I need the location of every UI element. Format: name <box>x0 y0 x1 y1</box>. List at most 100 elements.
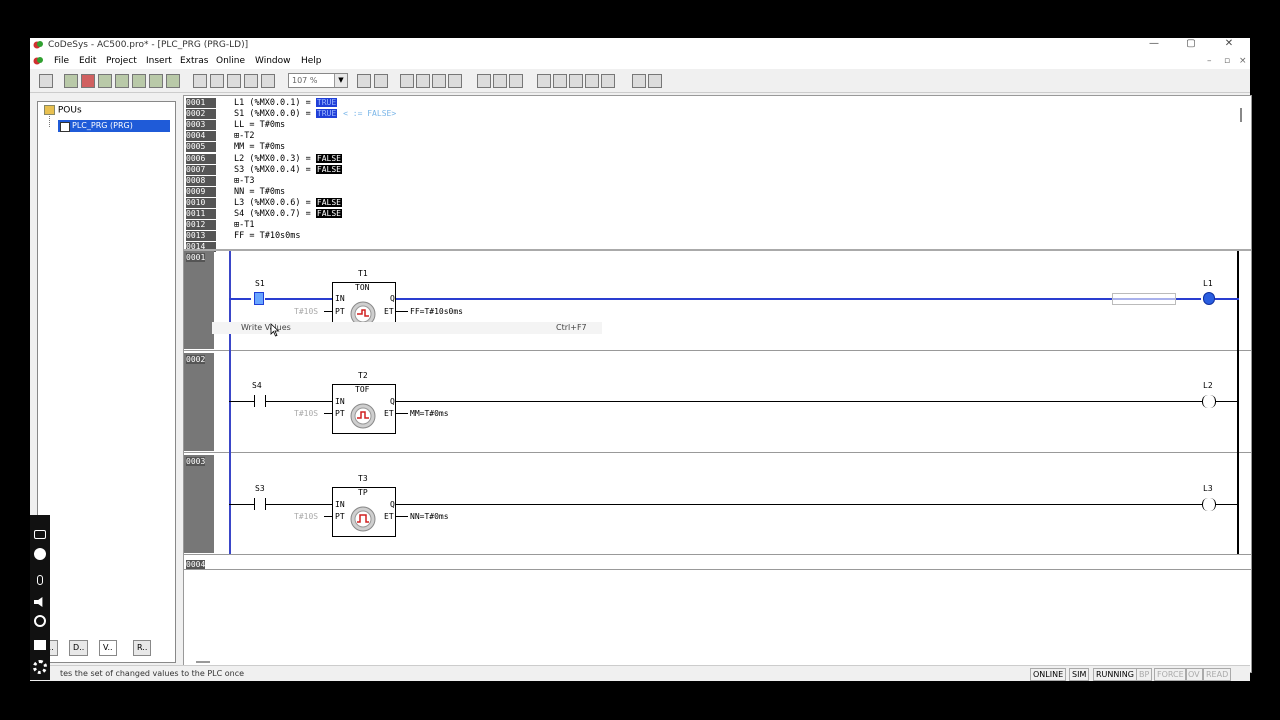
speaker-icon[interactable] <box>34 597 43 607</box>
menu-file[interactable]: File <box>54 56 69 66</box>
paste-icon[interactable] <box>227 74 241 88</box>
coil-icon[interactable] <box>477 74 491 88</box>
decl-line: S4 (%MX0.0.7) = FALSE <box>234 209 342 219</box>
menu-window[interactable]: Window <box>255 56 291 66</box>
menu-insert[interactable]: Insert <box>146 56 172 66</box>
contact-icon[interactable] <box>400 74 414 88</box>
network-before-icon[interactable] <box>357 74 371 88</box>
step-over-icon[interactable] <box>115 74 129 88</box>
menu-edit[interactable]: Edit <box>79 56 96 66</box>
tab-resources[interactable]: R.. <box>133 640 152 656</box>
mdi-close-button[interactable]: × <box>1239 56 1247 66</box>
run-icon[interactable] <box>98 74 112 88</box>
decl-scrollbar[interactable] <box>1240 108 1242 122</box>
network-1-bar <box>184 251 214 349</box>
breakpoint-icon[interactable] <box>166 74 180 88</box>
fb-t1-type: TON <box>355 283 370 292</box>
wire <box>396 311 408 312</box>
set-coil-icon[interactable] <box>493 74 507 88</box>
decl-text: L1 (%MX0.0.1) = <box>234 98 316 108</box>
output-icon[interactable] <box>569 74 583 88</box>
maximize-button[interactable]: ▢ <box>1182 38 1200 49</box>
copy-icon[interactable] <box>210 74 224 88</box>
contact-s1-label: S1 <box>255 279 265 288</box>
wire <box>324 516 332 517</box>
jump-icon[interactable] <box>585 74 599 88</box>
microphone-icon[interactable] <box>37 575 43 585</box>
camera-icon[interactable] <box>34 530 46 539</box>
decl-line: L1 (%MX0.0.1) = TRUE <box>234 98 338 108</box>
contact-s3[interactable] <box>254 498 266 510</box>
negate-icon[interactable] <box>648 74 662 88</box>
decl-value[interactable]: FALSE <box>315 164 342 174</box>
decl-line-number: 0012 <box>186 220 216 231</box>
horizontal-scrollbar[interactable] <box>196 661 210 663</box>
login-icon[interactable] <box>64 74 78 88</box>
menu-online[interactable]: Online <box>216 56 245 66</box>
decl-line: ⊞-T3 <box>234 176 254 186</box>
comment-icon[interactable] <box>632 74 646 88</box>
decl-value[interactable]: FALSE <box>315 197 342 207</box>
wire-active <box>229 298 251 300</box>
decl-line: L2 (%MX0.0.3) = FALSE <box>234 153 342 164</box>
find-icon[interactable] <box>244 74 258 88</box>
decl-line: ⊞-T2 <box>234 131 254 141</box>
decl-value[interactable]: TRUE <box>315 109 338 119</box>
decl-value[interactable]: FALSE <box>315 153 342 163</box>
facecam-icon[interactable] <box>34 615 46 627</box>
decl-text: L2 (%MX0.0.3) = <box>234 153 316 164</box>
tab-data-types[interactable]: D.. <box>69 640 89 656</box>
find-next-icon[interactable] <box>261 74 275 88</box>
decl-text: NN = T#0ms <box>234 186 286 197</box>
wire-active <box>1215 298 1239 300</box>
box-icon[interactable] <box>537 74 551 88</box>
decl-line: LL = T#0ms <box>234 120 285 130</box>
whiteboard-icon[interactable] <box>34 640 46 650</box>
close-button[interactable]: ✕ <box>1220 38 1238 49</box>
menu-help[interactable]: Help <box>301 56 322 66</box>
single-cycle-icon[interactable] <box>149 74 163 88</box>
fb-t2-pt-value: T#10S <box>294 409 319 418</box>
stop-icon[interactable] <box>81 74 95 88</box>
decl-line: NN = T#0ms <box>234 187 285 197</box>
coil-l3[interactable] <box>1202 498 1216 511</box>
tab-visualizations[interactable]: V.. <box>99 640 117 656</box>
chevron-down-icon[interactable]: ▼ <box>334 74 347 87</box>
return-icon[interactable] <box>601 74 615 88</box>
network-2-bar <box>184 353 214 451</box>
save-icon[interactable] <box>39 74 53 88</box>
network-separator <box>184 350 1251 351</box>
coil-l1[interactable] <box>1203 292 1215 305</box>
fb-pin-q: Q <box>390 294 395 303</box>
menu-project[interactable]: Project <box>106 56 137 66</box>
zoom-select[interactable]: 107 % ▼ <box>288 73 348 88</box>
negated-parallel-contact-icon[interactable] <box>448 74 462 88</box>
step-in-icon[interactable] <box>132 74 146 88</box>
decl-value[interactable]: FALSE <box>315 209 342 218</box>
tree-item-label: PLC_PRG (PRG) <box>72 121 133 130</box>
wire <box>396 516 408 517</box>
wire-active <box>396 298 1201 300</box>
contact-s1[interactable] <box>254 292 264 305</box>
tree-item-plc-prg[interactable]: PLC_PRG (PRG) <box>58 120 170 132</box>
coil-l2[interactable] <box>1202 395 1216 408</box>
minimize-button[interactable]: — <box>1145 38 1163 49</box>
contact-s4[interactable] <box>254 395 266 407</box>
mdi-restore-button[interactable]: ▫ <box>1224 56 1230 66</box>
status-ov: OV <box>1185 668 1203 681</box>
reset-coil-icon[interactable] <box>509 74 523 88</box>
decl-text: LL = T#0ms <box>234 120 286 131</box>
inshot-watermark: InShOt <box>1040 586 1230 646</box>
decl-value[interactable]: TRUE <box>315 98 338 107</box>
menu-extras[interactable]: Extras <box>180 56 208 66</box>
network-after-icon[interactable] <box>374 74 388 88</box>
status-force: FORCE <box>1154 668 1187 681</box>
cut-icon[interactable] <box>193 74 207 88</box>
contact-s3-label: S3 <box>255 484 265 493</box>
negated-contact-icon[interactable] <box>432 74 446 88</box>
mdi-minimize-button[interactable]: – <box>1207 56 1212 66</box>
parallel-contact-icon[interactable] <box>416 74 430 88</box>
gear-icon[interactable] <box>33 660 47 674</box>
record-icon[interactable] <box>34 548 46 560</box>
input-icon[interactable] <box>553 74 567 88</box>
